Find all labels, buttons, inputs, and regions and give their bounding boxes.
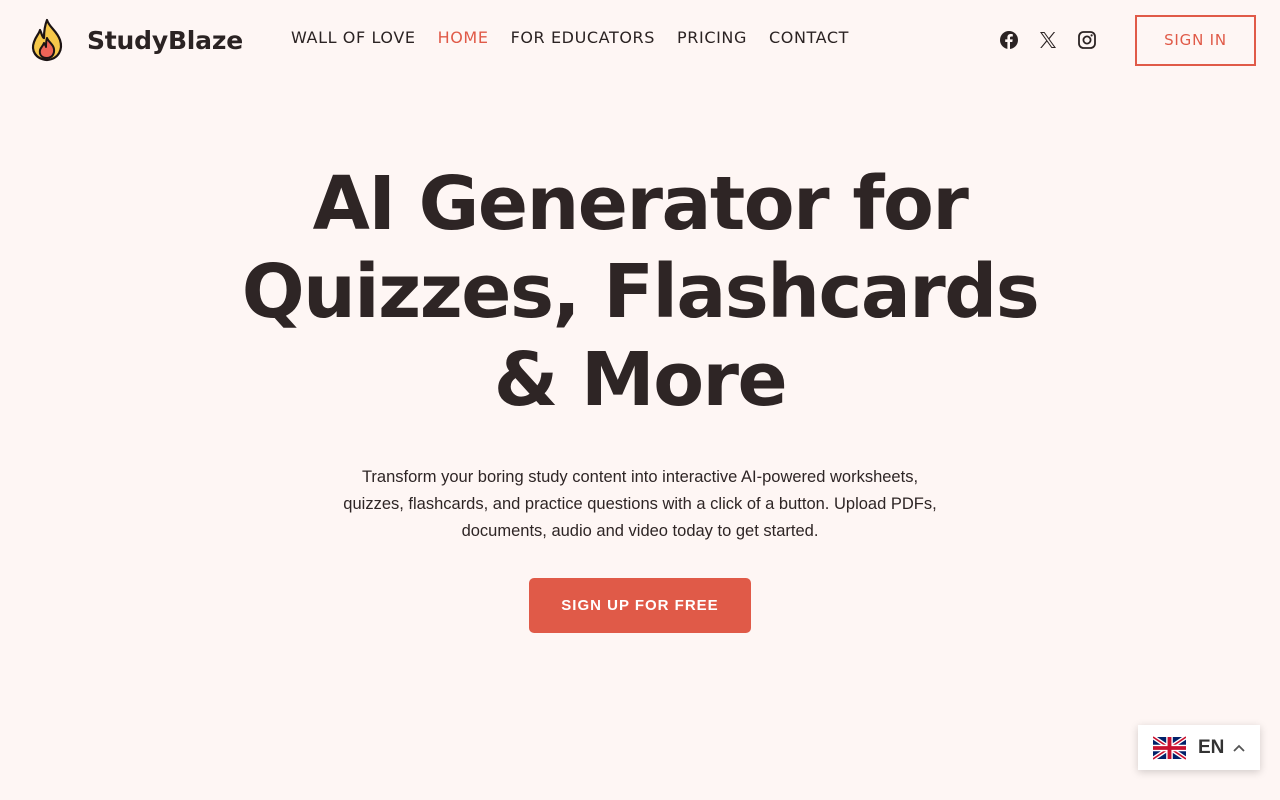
hero-title-line-3: & More <box>493 337 788 423</box>
hero-title: AI Generator for Quizzes, Flashcards & M… <box>140 160 1140 424</box>
nav-contact[interactable]: CONTACT <box>769 28 849 47</box>
flame-icon <box>31 18 63 62</box>
nav-home[interactable]: HOME <box>438 28 489 47</box>
brand-logo[interactable]: StudyBlaze <box>30 18 243 62</box>
hero-title-line-2: Quizzes, Flashcards <box>241 249 1040 335</box>
uk-flag-icon <box>1153 735 1186 760</box>
nav-for-educators[interactable]: FOR EDUCATORS <box>511 28 655 47</box>
sign-in-button[interactable]: SIGN IN <box>1135 15 1256 66</box>
language-code: EN <box>1198 736 1225 758</box>
facebook-icon[interactable] <box>999 30 1019 50</box>
hero-title-line-1: AI Generator for <box>312 161 969 247</box>
x-icon[interactable] <box>1038 30 1058 50</box>
chevron-up-icon <box>1233 744 1246 752</box>
main-nav: WALL OF LOVE HOME FOR EDUCATORS PRICING … <box>291 28 871 47</box>
nav-pricing[interactable]: PRICING <box>677 28 747 47</box>
instagram-icon[interactable] <box>1077 30 1097 50</box>
site-header: StudyBlaze WALL OF LOVE HOME FOR EDUCATO… <box>0 0 1280 80</box>
language-switcher[interactable]: EN <box>1138 725 1260 770</box>
nav-wall-of-love[interactable]: WALL OF LOVE <box>291 28 416 47</box>
hero-subtitle: Transform your boring study content into… <box>343 468 937 540</box>
brand-name: StudyBlaze <box>87 25 243 55</box>
sign-up-button[interactable]: SIGN UP FOR FREE <box>529 578 751 633</box>
social-links <box>999 30 1116 50</box>
